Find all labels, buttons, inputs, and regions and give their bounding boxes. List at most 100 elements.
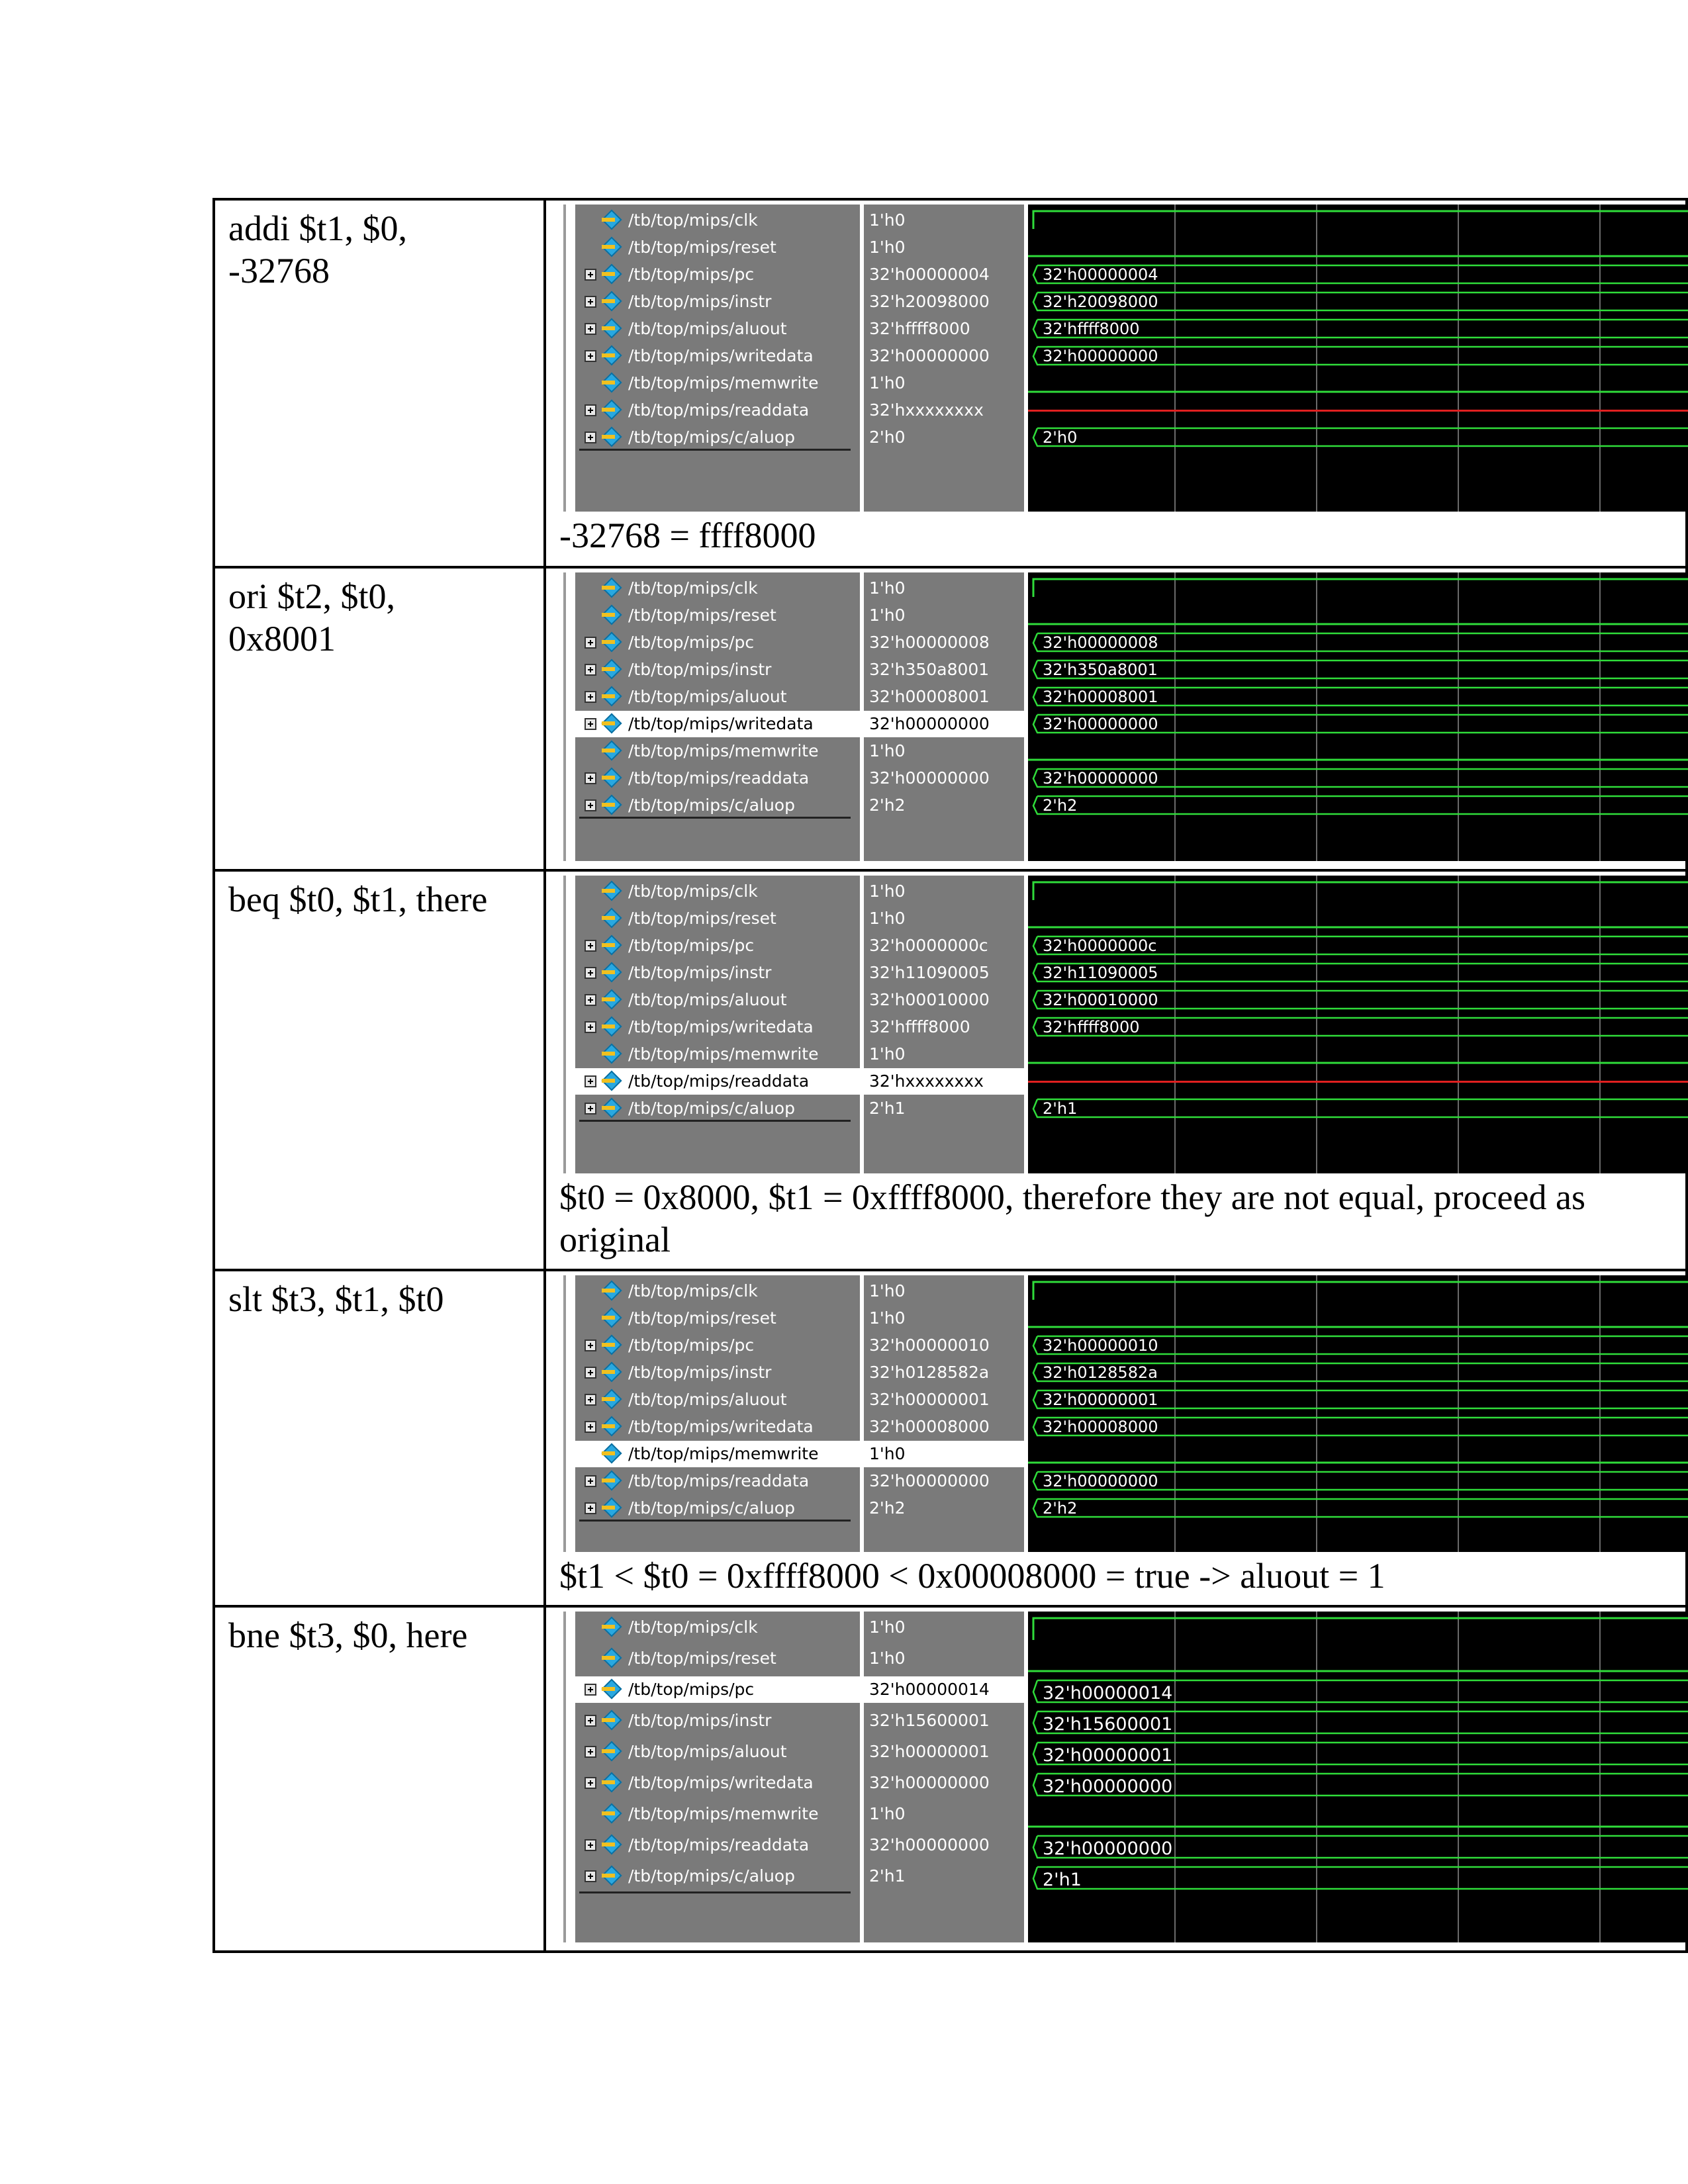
waveform-pane[interactable]: 32'h00000014 32'h15600001 32'h00000001 32'h… <box>1028 1612 1688 1942</box>
signal-value-row[interactable]: 1'h0 <box>864 1801 1024 1827</box>
signal-row-name[interactable]: /tb/top/mips/aluout <box>575 987 860 1013</box>
signal-value-row[interactable]: 2'h2 <box>864 792 1024 819</box>
signal-row-name[interactable]: /tb/top/mips/pc <box>575 629 860 656</box>
signal-value-row[interactable]: 2'h2 <box>864 1495 1024 1522</box>
signal-row-name[interactable]: /tb/top/mips/aluout <box>575 684 860 710</box>
signal-row-name[interactable]: /tb/top/mips/instr <box>575 1359 860 1386</box>
signal-row-name[interactable]: /tb/top/mips/aluout <box>575 1739 860 1765</box>
signal-row-name[interactable]: /tb/top/mips/readdata <box>575 397 860 424</box>
signal-value-row[interactable]: 1'h0 <box>864 905 1024 932</box>
signal-row-name[interactable]: /tb/top/mips/readdata <box>575 1832 860 1858</box>
expand-plus-icon[interactable] <box>585 691 596 703</box>
signal-row-name[interactable]: /tb/top/mips/reset <box>575 1305 860 1332</box>
signal-names-pane[interactable]: /tb/top/mips/clk/tb/top/mips/reset/tb/to… <box>575 1275 860 1552</box>
signal-row-name[interactable]: /tb/top/mips/readdata <box>575 1068 860 1095</box>
signal-row-name[interactable]: /tb/top/mips/memwrite <box>575 370 860 396</box>
signal-values-pane[interactable]: 1'h0 1'h0 32'h00000004 32'h20098000 32'hffff… <box>864 205 1024 512</box>
expand-plus-icon[interactable] <box>585 799 596 811</box>
waveform-pane[interactable]: 32'h00000010 32'h0128582a 32'h00000001 32'h… <box>1028 1275 1688 1552</box>
expand-plus-icon[interactable] <box>585 1367 596 1379</box>
signal-names-pane[interactable]: /tb/top/mips/clk/tb/top/mips/reset/tb/to… <box>575 1612 860 1942</box>
signal-value-row[interactable]: 1'h0 <box>864 370 1024 396</box>
signal-row-name[interactable]: /tb/top/mips/pc <box>575 261 860 288</box>
signal-value-row[interactable]: 2'h1 <box>864 1095 1024 1122</box>
expand-plus-icon[interactable] <box>585 940 596 952</box>
signal-row-name[interactable]: /tb/top/mips/c/aluop <box>575 424 860 451</box>
expand-plus-icon[interactable] <box>585 323 596 335</box>
expand-plus-icon[interactable] <box>585 1075 596 1087</box>
signal-value-row[interactable]: 32'h00000000 <box>864 1468 1024 1494</box>
signal-value-row[interactable]: 32'h15600001 <box>864 1707 1024 1734</box>
signal-value-row[interactable]: 32'h11090005 <box>864 960 1024 986</box>
signal-value-row[interactable]: 2'h0 <box>864 424 1024 451</box>
signal-row-name[interactable]: /tb/top/mips/clk <box>575 207 860 234</box>
signal-names-pane[interactable]: /tb/top/mips/clk/tb/top/mips/reset/tb/to… <box>575 205 860 512</box>
signal-row-name[interactable]: /tb/top/mips/reset <box>575 234 860 261</box>
signal-row-name[interactable]: /tb/top/mips/c/aluop <box>575 1863 860 1889</box>
signal-value-row[interactable]: 1'h0 <box>864 738 1024 764</box>
signal-row-name[interactable]: /tb/top/mips/c/aluop <box>575 1495 860 1522</box>
signal-row-name[interactable]: /tb/top/mips/writedata <box>575 343 860 369</box>
signal-row-name[interactable]: /tb/top/mips/memwrite <box>575 1441 860 1467</box>
expand-plus-icon[interactable] <box>585 1421 596 1433</box>
signal-value-row[interactable]: 1'h0 <box>864 878 1024 905</box>
signal-value-row[interactable]: 32'h00000000 <box>864 765 1024 792</box>
expand-plus-icon[interactable] <box>585 1475 596 1487</box>
expand-plus-icon[interactable] <box>585 1502 596 1514</box>
expand-plus-icon[interactable] <box>585 1746 596 1758</box>
expand-plus-icon[interactable] <box>585 1684 596 1696</box>
signal-values-pane[interactable]: 1'h0 1'h0 32'h0000000c 32'h11090005 32'h0001… <box>864 876 1024 1173</box>
signal-row-name[interactable]: /tb/top/mips/writedata <box>575 1770 860 1796</box>
signal-value-row[interactable]: 1'h0 <box>864 1645 1024 1672</box>
signal-value-row[interactable]: 32'h00000000 <box>864 1832 1024 1858</box>
expand-plus-icon[interactable] <box>585 772 596 784</box>
signal-value-row[interactable]: 1'h0 <box>864 234 1024 261</box>
signal-value-row[interactable]: 32'h00000010 <box>864 1332 1024 1359</box>
expand-plus-icon[interactable] <box>585 1715 596 1727</box>
signal-row-name[interactable]: /tb/top/mips/aluout <box>575 1387 860 1413</box>
expand-plus-icon[interactable] <box>585 1394 596 1406</box>
signal-value-row[interactable]: 32'h0128582a <box>864 1359 1024 1386</box>
waveform-pane[interactable]: 32'h0000000c 32'h11090005 32'h00010000 32'h… <box>1028 876 1688 1173</box>
signal-values-pane[interactable]: 1'h0 1'h0 32'h00000014 32'h15600001 32'h0000… <box>864 1612 1024 1942</box>
signal-row-name[interactable]: /tb/top/mips/clk <box>575 1614 860 1641</box>
expand-plus-icon[interactable] <box>585 1021 596 1033</box>
signal-row-name[interactable]: /tb/top/mips/instr <box>575 657 860 683</box>
expand-plus-icon[interactable] <box>585 718 596 730</box>
signal-value-row[interactable]: 32'h20098000 <box>864 289 1024 315</box>
signal-value-row[interactable]: 32'h00000014 <box>864 1676 1024 1703</box>
signal-value-row[interactable]: 1'h0 <box>864 1441 1024 1467</box>
waveform-pane[interactable]: 32'h00000008 32'h350a8001 32'h00008001 32'h… <box>1028 572 1688 861</box>
expand-plus-icon[interactable] <box>585 269 596 281</box>
signal-row-name[interactable]: /tb/top/mips/pc <box>575 1676 860 1703</box>
signal-row-name[interactable]: /tb/top/mips/writedata <box>575 1014 860 1040</box>
signal-value-row[interactable]: 2'h1 <box>864 1863 1024 1889</box>
signal-values-pane[interactable]: 1'h0 1'h0 32'h00000008 32'h350a8001 32'h0000… <box>864 572 1024 861</box>
expand-plus-icon[interactable] <box>585 1839 596 1851</box>
signal-row-name[interactable]: /tb/top/mips/c/aluop <box>575 1095 860 1122</box>
expand-plus-icon[interactable] <box>585 664 596 676</box>
signal-value-row[interactable]: 1'h0 <box>864 575 1024 602</box>
expand-plus-icon[interactable] <box>585 967 596 979</box>
signal-value-row[interactable]: 32'hffff8000 <box>864 1014 1024 1040</box>
signal-values-pane[interactable]: 1'h0 1'h0 32'h00000010 32'h0128582a 32'h0000… <box>864 1275 1024 1552</box>
signal-row-name[interactable]: /tb/top/mips/aluout <box>575 316 860 342</box>
signal-row-name[interactable]: /tb/top/mips/memwrite <box>575 1041 860 1068</box>
expand-plus-icon[interactable] <box>585 994 596 1006</box>
signal-row-name[interactable]: /tb/top/mips/clk <box>575 575 860 602</box>
signal-row-name[interactable]: /tb/top/mips/memwrite <box>575 1801 860 1827</box>
expand-plus-icon[interactable] <box>585 1340 596 1351</box>
signal-row-name[interactable]: /tb/top/mips/reset <box>575 602 860 629</box>
signal-row-name[interactable]: /tb/top/mips/pc <box>575 1332 860 1359</box>
signal-value-row[interactable]: 1'h0 <box>864 602 1024 629</box>
signal-value-row[interactable]: 32'h00000000 <box>864 343 1024 369</box>
signal-value-row[interactable]: 32'h00000000 <box>864 711 1024 737</box>
signal-value-row[interactable]: 32'h350a8001 <box>864 657 1024 683</box>
signal-value-row[interactable]: 1'h0 <box>864 1041 1024 1068</box>
signal-value-row[interactable]: 32'h0000000c <box>864 933 1024 959</box>
signal-row-name[interactable]: /tb/top/mips/readdata <box>575 765 860 792</box>
signal-value-row[interactable]: 1'h0 <box>864 1278 1024 1304</box>
signal-value-row[interactable]: 32'h00008000 <box>864 1414 1024 1440</box>
signal-value-row[interactable]: 32'hffff8000 <box>864 316 1024 342</box>
signal-row-name[interactable]: /tb/top/mips/clk <box>575 1278 860 1304</box>
